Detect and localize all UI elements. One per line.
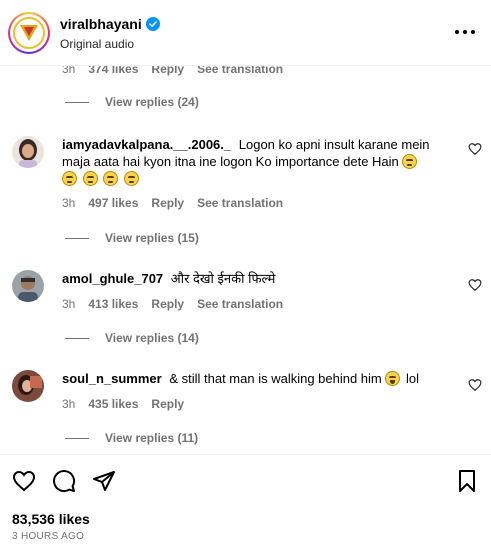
verified-badge-icon [145,17,160,31]
like-comment-heart-icon[interactable] [468,142,482,156]
like-comment-heart-icon[interactable] [468,378,482,392]
emoji-icon [103,171,119,186]
profile-avatar[interactable] [8,12,50,54]
commenter-username[interactable]: iamyadavkalpana.__.2006._ [62,137,231,152]
comment-meta-partial: 3h 374 likes Reply See translation [62,66,284,76]
comment-text-block: amol_ghule_707 और देखो ईनकी फिल्मे [62,270,442,287]
viral-logo-icon [13,17,45,49]
comment-meta: 3h 413 likes Reply See translation [62,297,284,311]
divider-line [65,101,89,103]
emoji-icon [82,171,98,186]
emoji-icon [402,154,418,169]
commenter-avatar[interactable] [12,136,44,168]
audio-link[interactable]: Original audio [60,37,134,51]
post-footer: 83,536 likes 3 HOURS AGO [0,454,491,551]
view-replies-button[interactable]: View replies (11) [65,431,198,445]
like-comment-heart-icon[interactable] [468,278,482,292]
commenter-avatar[interactable] [12,370,44,402]
comments-list: 3h 374 likes Reply See translation View … [0,66,491,454]
post-likes-count[interactable]: 83,536 likes [12,511,90,527]
comment-meta: 3h 497 likes Reply See translation [62,196,284,210]
post-timestamp: 3 HOURS AGO [12,531,85,542]
emoji-icon [62,171,77,186]
commenter-avatar[interactable] [12,270,44,302]
author-username-row[interactable]: viralbhayani [60,16,160,32]
comment-text: और देखो ईनकी फिल्मे [170,271,276,286]
share-icon[interactable] [92,469,116,493]
divider-line [65,337,89,339]
view-replies-button[interactable]: View replies (15) [65,231,199,245]
bookmark-icon[interactable] [455,469,479,493]
commenter-username[interactable]: soul_n_summer [62,371,162,386]
emoji-icon [123,171,139,186]
action-bar [12,469,116,493]
author-username[interactable]: viralbhayani [60,16,142,32]
comment-text-block: iamyadavkalpana.__.2006._ Logon ko apni … [62,136,442,187]
divider-line [65,237,89,239]
view-replies-button[interactable]: View replies (24) [65,95,199,109]
comment-text-tail: lol [406,371,420,386]
commenter-username[interactable]: amol_ghule_707 [62,271,163,286]
view-replies-button[interactable]: View replies (14) [65,331,199,345]
comment-text-block: soul_n_summer & still that man is walkin… [62,370,442,387]
comment-meta: 3h 435 likes Reply [62,397,185,411]
post-header: viralbhayani Original audio [0,0,491,66]
more-options-icon[interactable] [453,24,477,40]
divider-line [65,437,89,439]
comment-icon[interactable] [52,469,76,493]
comment-text: & still that man is walking behind him [169,371,382,386]
heart-icon[interactable] [12,469,36,493]
laughing-emoji-icon [385,371,401,386]
